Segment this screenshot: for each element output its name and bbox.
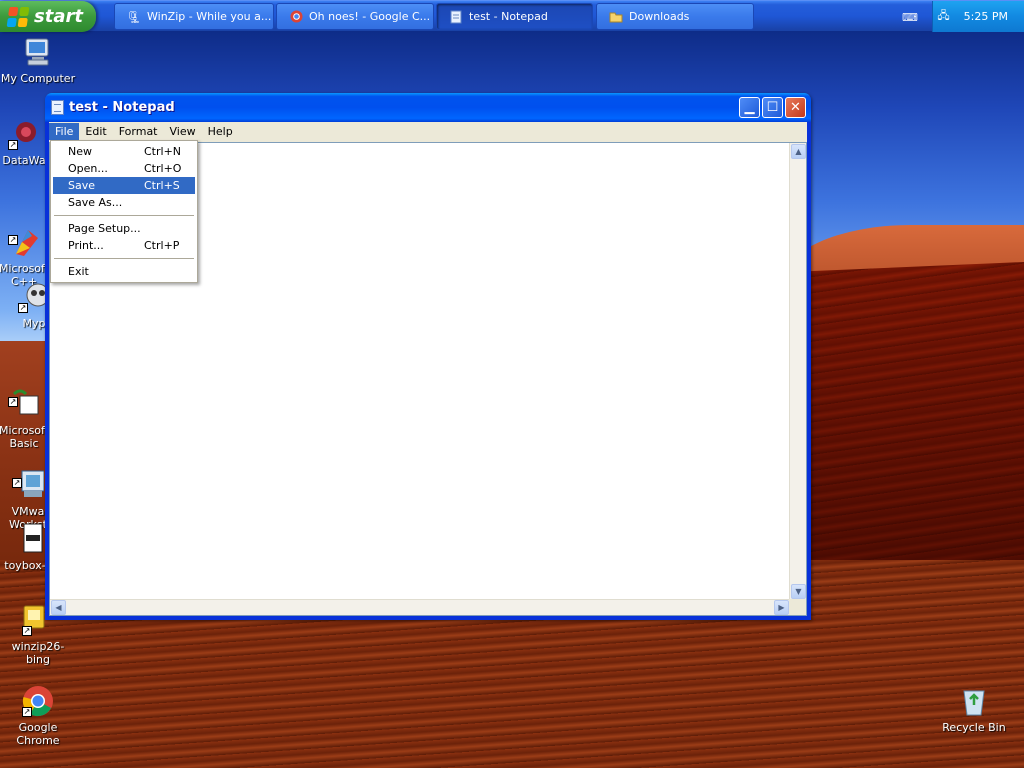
maximize-icon: ☐: [766, 100, 779, 115]
chevron-right-icon: ▶: [778, 603, 785, 612]
desktop-icon-label: My Computer: [0, 72, 76, 85]
desktop-icon-label: Google Chrome: [16, 721, 60, 747]
resize-grip[interactable]: [789, 599, 806, 615]
menu-separator: [54, 258, 194, 259]
minimize-icon: ▁: [744, 100, 755, 115]
clock[interactable]: 5:25 PM: [964, 10, 1008, 23]
menu-item-exit[interactable]: Exit: [53, 263, 195, 280]
scroll-left-button[interactable]: ◀: [51, 600, 66, 615]
windows-flag-icon: [6, 6, 30, 27]
start-button[interactable]: start: [0, 1, 96, 32]
winzip-icon: 🗜: [126, 9, 142, 24]
maximize-button[interactable]: ☐: [762, 97, 783, 118]
keyboard-icon[interactable]: ⌨: [896, 9, 924, 25]
desktop-icon-label: Recycle Bin: [942, 721, 1006, 734]
desktop-icon-my-computer[interactable]: My Computer: [0, 36, 76, 85]
computer-icon: [22, 36, 54, 68]
horizontal-scrollbar[interactable]: ◀ ▶: [50, 599, 790, 615]
visual-basic-icon: ↗: [8, 375, 40, 415]
chevron-up-icon: ▲: [795, 147, 802, 156]
start-label: start: [34, 6, 83, 27]
menu-item-new[interactable]: New Ctrl+N: [53, 143, 195, 160]
desktop-icon-recycle-bin[interactable]: Recycle Bin: [936, 685, 1012, 734]
menu-bar: File Edit Format View Help: [49, 122, 807, 141]
taskbar: start 🗜 WinZip - While you a... Oh noes!…: [0, 0, 1024, 32]
chrome-icon: ↗: [22, 685, 54, 717]
menu-item-save[interactable]: Save Ctrl+S: [53, 177, 195, 194]
task-label: Downloads: [629, 10, 690, 23]
vmware-icon: ↗: [12, 456, 45, 497]
document-icon: [12, 523, 44, 555]
close-icon: ✕: [790, 100, 801, 115]
system-tray: 🖧 5:25 PM: [932, 1, 1024, 32]
menu-format[interactable]: Format: [113, 123, 164, 140]
menu-help[interactable]: Help: [202, 123, 239, 140]
window-title: test - Notepad: [69, 100, 175, 115]
visual-cpp-icon: ↗: [8, 213, 40, 256]
chevron-left-icon: ◀: [55, 603, 62, 612]
task-label: test - Notepad: [469, 10, 548, 23]
network-icon[interactable]: 🖧: [937, 7, 949, 26]
scroll-right-button[interactable]: ▶: [774, 600, 789, 615]
menu-file[interactable]: File: [49, 123, 80, 140]
scroll-down-button[interactable]: ▼: [791, 584, 806, 599]
taskbar-item-chrome[interactable]: Oh noes! - Google C...: [276, 3, 434, 30]
menu-item-open[interactable]: Open... Ctrl+O: [53, 160, 195, 177]
menu-separator: [54, 215, 194, 216]
file-menu-dropdown: New Ctrl+N Open... Ctrl+O Save Ctrl+S Save …: [50, 140, 198, 283]
chrome-icon: [289, 10, 303, 24]
desktop-icon-label: winzip26-bing: [11, 640, 65, 666]
vertical-scrollbar[interactable]: ▲ ▼: [789, 143, 806, 600]
title-bar[interactable]: test - Notepad ▁ ☐ ✕: [45, 93, 811, 122]
desktop-icon-google-chrome[interactable]: ↗ Google Chrome: [0, 685, 76, 747]
minimize-button[interactable]: ▁: [739, 97, 760, 118]
recycle-bin-icon: [958, 685, 990, 717]
taskbar-item-notepad[interactable]: test - Notepad: [436, 3, 593, 30]
close-button[interactable]: ✕: [785, 97, 806, 118]
chevron-down-icon: ▼: [795, 587, 802, 596]
scroll-up-button[interactable]: ▲: [791, 144, 806, 159]
menu-item-page-setup[interactable]: Page Setup...: [53, 220, 195, 237]
taskbar-item-downloads[interactable]: Downloads: [596, 3, 754, 30]
notepad-icon: [51, 100, 64, 115]
menu-view[interactable]: View: [164, 123, 202, 140]
datawa-icon: ↗: [8, 118, 40, 150]
taskbar-item-winzip[interactable]: 🗜 WinZip - While you a...: [114, 3, 274, 30]
menu-item-save-as[interactable]: Save As...: [53, 194, 195, 211]
menu-edit[interactable]: Edit: [79, 123, 112, 140]
menu-item-print[interactable]: Print... Ctrl+P: [53, 237, 195, 254]
task-label: WinZip - While you a...: [147, 10, 272, 23]
folder-icon: [609, 10, 623, 24]
task-label: Oh noes! - Google C...: [309, 10, 431, 23]
notepad-icon: [449, 10, 463, 24]
